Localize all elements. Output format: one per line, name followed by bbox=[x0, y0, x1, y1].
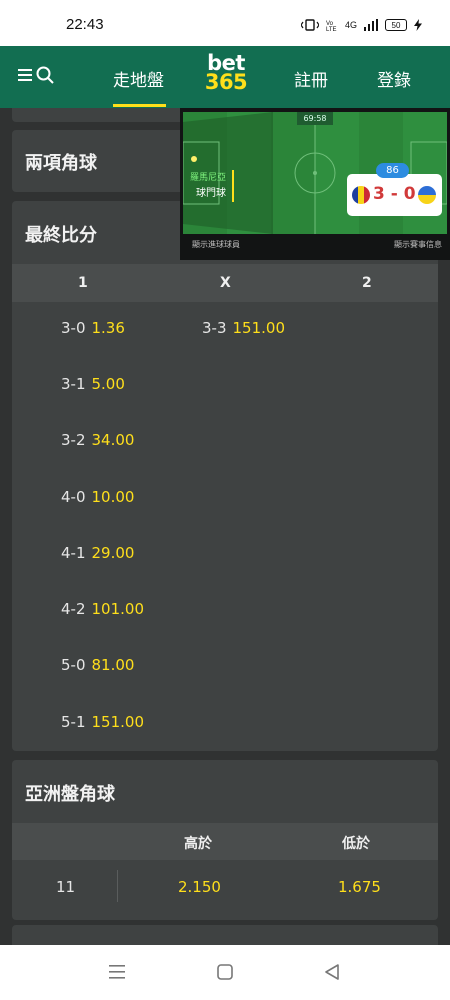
score-option[interactable]: 4-2 101.00 bbox=[61, 600, 144, 618]
status-icons: Vo LTE 4G 50 bbox=[300, 19, 422, 31]
column-under: 低於 bbox=[342, 836, 370, 852]
register-link[interactable]: 註冊 bbox=[294, 66, 328, 91]
market-card-partial bbox=[12, 925, 438, 945]
search-icon bbox=[36, 66, 54, 84]
score-option[interactable]: 4-1 29.00 bbox=[61, 544, 134, 562]
match-score: 3 - 0 bbox=[373, 184, 416, 204]
corner-line: 11 bbox=[56, 878, 76, 896]
score-odds: 151.00 bbox=[91, 713, 145, 731]
logo-text-bottom: 365 bbox=[204, 70, 248, 94]
scoreboard: 3 - 0 bbox=[347, 174, 442, 216]
volte-icon: VoLTE bbox=[326, 21, 337, 31]
match-tracker[interactable]: 69:58 羅馬尼亞 球門球 3 - 0 86 顯示進球球員 顯示賽事信息 bbox=[180, 108, 450, 260]
score-label: 4-0 bbox=[61, 488, 86, 506]
event-marker bbox=[232, 170, 234, 202]
bet365-logo[interactable]: bet 365 bbox=[202, 53, 250, 94]
system-navigation-bar bbox=[0, 945, 450, 1000]
score-odds: 10.00 bbox=[91, 488, 135, 506]
romania-flag-icon bbox=[352, 186, 370, 204]
status-time: 22:43 bbox=[66, 16, 104, 33]
market-title: 亞洲盤角球 bbox=[25, 784, 115, 805]
charging-icon bbox=[414, 19, 422, 31]
score-odds: 151.00 bbox=[232, 319, 286, 337]
score-label: 4-2 bbox=[61, 600, 86, 618]
show-match-info-link[interactable]: 顯示賽事信息 bbox=[394, 239, 442, 250]
svg-text:LTE: LTE bbox=[326, 27, 337, 31]
score-odds: 1.36 bbox=[91, 319, 125, 337]
home-icon[interactable] bbox=[217, 964, 233, 980]
score-option[interactable]: 3-2 34.00 bbox=[61, 431, 134, 449]
menu-icon bbox=[18, 69, 32, 81]
back-icon[interactable] bbox=[324, 964, 340, 980]
column-over: 高於 bbox=[184, 836, 212, 852]
vibrate-icon bbox=[300, 19, 319, 31]
score-option[interactable]: 4-0 10.00 bbox=[61, 488, 134, 506]
score-label: 3-0 bbox=[61, 319, 86, 337]
score-option[interactable]: 3-1 5.00 bbox=[61, 375, 125, 393]
column-away: 2 bbox=[362, 275, 372, 291]
score-odds: 5.00 bbox=[91, 375, 125, 393]
score-label: 3-2 bbox=[61, 431, 86, 449]
asian-column-header: 高於 低於 bbox=[12, 823, 438, 860]
match-timer: 69:58 bbox=[297, 112, 333, 125]
battery-level: 50 bbox=[391, 20, 401, 30]
column-home: 1 bbox=[78, 275, 88, 291]
score-label: 4-1 bbox=[61, 544, 86, 562]
over-odds-button[interactable]: 2.150 bbox=[178, 878, 221, 896]
market-title: 兩項角球 bbox=[25, 153, 97, 174]
score-odds: 29.00 bbox=[91, 544, 135, 562]
score-odds: 101.00 bbox=[91, 600, 145, 618]
status-bar: 22:43 Vo LTE 4G 50 bbox=[0, 0, 450, 46]
network-label: 4G bbox=[344, 20, 357, 30]
column-draw: X bbox=[220, 275, 231, 291]
nav-active-indicator bbox=[113, 104, 166, 107]
battery-icon: 50 bbox=[385, 19, 407, 31]
event-label: 球門球 bbox=[196, 188, 226, 199]
market-title: 最終比分 bbox=[25, 225, 97, 246]
score-option[interactable]: 3-3 151.00 bbox=[202, 319, 285, 337]
ukraine-flag-icon bbox=[418, 186, 436, 204]
asian-line-row: 11 2.150 1.675 bbox=[12, 860, 438, 912]
show-scorers-link[interactable]: 顯示進球球員 bbox=[192, 239, 240, 250]
score-option[interactable]: 5-0 81.00 bbox=[61, 656, 134, 674]
menu-search-button[interactable] bbox=[18, 64, 58, 88]
score-label: 3-1 bbox=[61, 375, 86, 393]
match-minute-badge: 86 bbox=[376, 163, 409, 178]
signal-icon bbox=[364, 19, 378, 31]
score-odds: 81.00 bbox=[91, 656, 135, 674]
score-label: 5-0 bbox=[61, 656, 86, 674]
score-option[interactable]: 5-1 151.00 bbox=[61, 713, 144, 731]
nav-live-in-play[interactable]: 走地盤 bbox=[113, 66, 164, 91]
row-divider bbox=[117, 870, 118, 902]
score-option[interactable]: 3-0 1.36 bbox=[61, 319, 125, 337]
recent-apps-icon[interactable] bbox=[109, 965, 125, 979]
login-link[interactable]: 登錄 bbox=[377, 66, 411, 91]
score-label: 3-3 bbox=[202, 319, 227, 337]
app-header: 走地盤 bet 365 註冊 登錄 bbox=[0, 46, 450, 108]
score-column-header: 1 X 2 bbox=[12, 264, 438, 302]
score-label: 5-1 bbox=[61, 713, 86, 731]
under-odds-button[interactable]: 1.675 bbox=[338, 878, 381, 896]
event-team: 羅馬尼亞 bbox=[190, 173, 227, 183]
score-odds: 34.00 bbox=[91, 431, 135, 449]
